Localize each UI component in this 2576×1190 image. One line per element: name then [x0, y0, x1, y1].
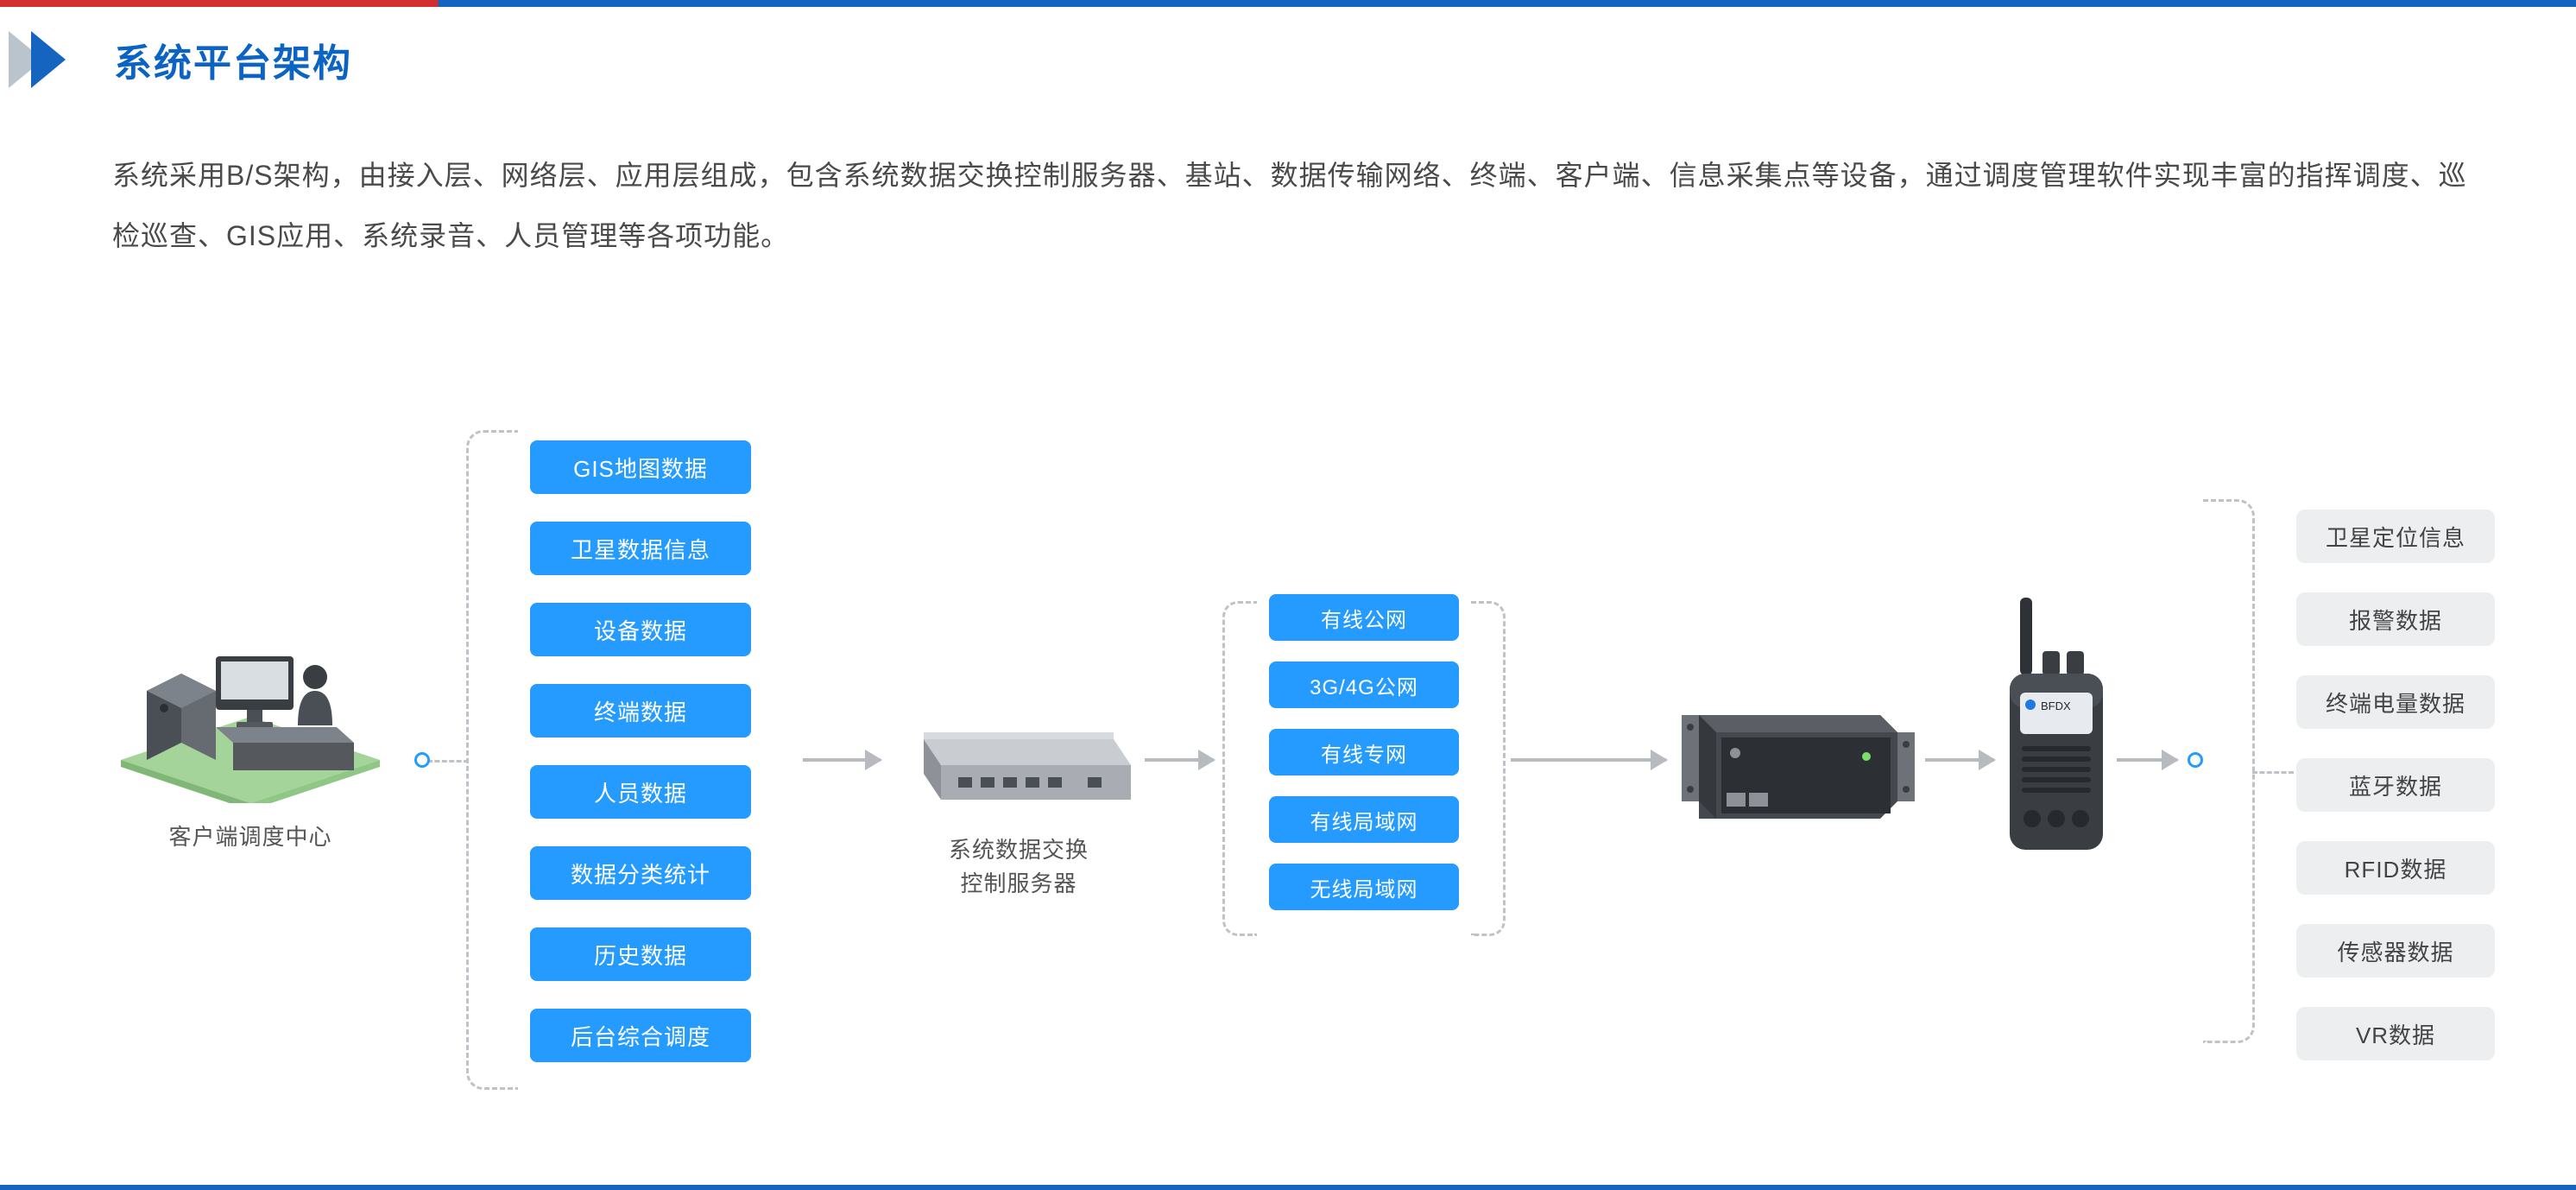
arrow-base-to-terminal	[1925, 758, 1994, 762]
pill-category-stats: 数据分类统计	[530, 846, 751, 900]
server-rack-icon	[1682, 698, 1915, 819]
server-caption: 系统数据交换 控制服务器	[906, 833, 1131, 901]
page-title: 系统平台架构	[114, 32, 352, 87]
pill-wired-lan: 有线局域网	[1269, 796, 1459, 843]
client-node: 客户端调度中心	[121, 630, 380, 854]
pill-satellite-data: 卫星数据信息	[530, 522, 751, 575]
page-title-row: 系统平台架构	[9, 31, 352, 88]
gpill-vr-data: VR数据	[2296, 1007, 2495, 1060]
bracket-join-dot-right	[2188, 752, 2203, 768]
pill-personnel-data: 人员数据	[530, 765, 751, 819]
network-list: 有线公网 3G/4G公网 有线专网 有线局域网 无线局域网	[1269, 594, 1459, 910]
gpill-rfid-data: RFID数据	[2296, 841, 2495, 895]
client-bracket	[466, 430, 518, 1090]
pill-terminal-data: 终端数据	[530, 684, 751, 737]
architecture-diagram: 客户端调度中心 GIS地图数据 卫星数据信息 设备数据 终端数据 人员数据 数据…	[0, 371, 2576, 1079]
gpill-alarm-data: 报警数据	[2296, 592, 2495, 646]
arrow-network-to-base	[1511, 758, 1666, 762]
pill-3g4g-public: 3G/4G公网	[1269, 661, 1459, 708]
pill-wireless-lan: 无线局域网	[1269, 864, 1459, 910]
pill-device-data: 设备数据	[530, 603, 751, 656]
arrow-server-to-network	[1145, 758, 1214, 762]
terminal-bracket	[2203, 499, 2255, 1043]
title-arrow-icon	[9, 31, 92, 88]
network-switch-icon	[906, 713, 1131, 821]
client-data-list: GIS地图数据 卫星数据信息 设备数据 终端数据 人员数据 数据分类统计 历史数…	[530, 440, 751, 1062]
gpill-battery-data: 终端电量数据	[2296, 675, 2495, 729]
base-station-node	[1682, 698, 1915, 819]
arrow-client-to-server	[803, 758, 881, 762]
gpill-sensor-data: 传感器数据	[2296, 924, 2495, 978]
pill-history-data: 历史数据	[530, 927, 751, 981]
gpill-bt-data: 蓝牙数据	[2296, 758, 2495, 812]
pill-backend-dispatch: 后台综合调度	[530, 1009, 751, 1062]
network-bracket-left	[1222, 601, 1257, 936]
pill-wired-public: 有线公网	[1269, 594, 1459, 641]
network-bracket-right	[1471, 601, 1506, 936]
radio-brand-label: BFDX	[2041, 699, 2071, 712]
bracket-join-dot	[414, 752, 430, 768]
terminal-node: BFDX	[2005, 598, 2108, 857]
desktop-user-icon	[121, 630, 380, 803]
header-accent-line	[0, 0, 2576, 7]
arrow-terminal-to-data	[2117, 758, 2177, 762]
gpill-gps-info: 卫星定位信息	[2296, 510, 2495, 563]
pill-gis-data: GIS地图数据	[530, 440, 751, 494]
walkie-talkie-icon: BFDX	[2005, 598, 2108, 857]
pill-wired-private: 有线专网	[1269, 729, 1459, 775]
terminal-data-list: 卫星定位信息 报警数据 终端电量数据 蓝牙数据 RFID数据 传感器数据 VR数…	[2296, 510, 2495, 1060]
server-node: 系统数据交换 控制服务器	[906, 713, 1131, 901]
client-caption: 客户端调度中心	[121, 820, 380, 854]
footer-accent-line	[0, 1185, 2576, 1190]
page-description: 系统采用B/S架构，由接入层、网络层、应用层组成，包含系统数据交换控制服务器、基…	[112, 145, 2478, 267]
